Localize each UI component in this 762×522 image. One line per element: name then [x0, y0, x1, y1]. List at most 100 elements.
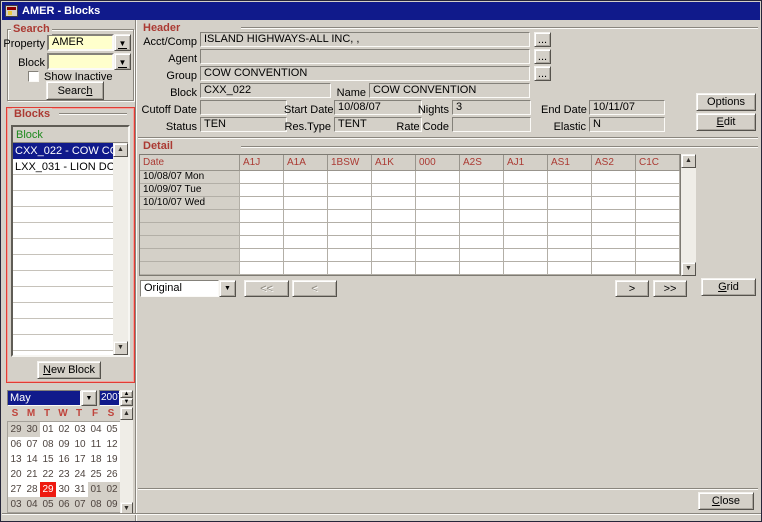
blocks-list-scrollbar[interactable]: ▲ ▼ [113, 143, 128, 355]
calendar-date[interactable]: 08 [88, 497, 104, 512]
detail-cell[interactable] [328, 171, 372, 184]
list-item[interactable]: CXX_022 - COW CONVEN [13, 143, 113, 159]
grid-button[interactable]: Grid [701, 278, 756, 296]
detail-cell[interactable] [284, 236, 328, 249]
detail-cell[interactable] [328, 197, 372, 210]
detail-cell[interactable] [328, 262, 372, 275]
calendar-date[interactable]: 12 [104, 437, 120, 452]
status-field[interactable]: TEN [200, 117, 287, 132]
cutoff-date-field[interactable] [200, 100, 287, 115]
detail-cell[interactable] [548, 236, 592, 249]
block-search-field[interactable] [47, 53, 114, 70]
calendar-date[interactable]: 28 [24, 482, 40, 497]
detail-cell[interactable] [372, 210, 416, 223]
detail-cell[interactable] [636, 223, 680, 236]
detail-cell[interactable] [328, 249, 372, 262]
detail-cell[interactable] [240, 197, 284, 210]
detail-cell[interactable] [504, 249, 548, 262]
detail-cell[interactable] [504, 210, 548, 223]
detail-cell[interactable] [328, 223, 372, 236]
calendar-date[interactable]: 30 [56, 482, 72, 497]
detail-cell[interactable] [460, 236, 504, 249]
detail-cell[interactable] [636, 236, 680, 249]
end-date-field[interactable]: 10/11/07 [589, 100, 665, 115]
detail-cell[interactable] [592, 262, 636, 275]
detail-cell[interactable] [328, 236, 372, 249]
list-item[interactable] [13, 335, 113, 351]
list-item[interactable] [13, 271, 113, 287]
detail-cell[interactable] [504, 262, 548, 275]
calendar-date[interactable]: 04 [88, 422, 104, 437]
calendar-scrollbar[interactable]: ▲ ▼ [120, 407, 133, 515]
show-inactive-checkbox[interactable] [28, 71, 39, 82]
detail-cell[interactable] [460, 249, 504, 262]
detail-cell[interactable] [240, 184, 284, 197]
calendar-date[interactable]: 25 [88, 467, 104, 482]
detail-cell[interactable] [548, 210, 592, 223]
detail-cell[interactable] [636, 184, 680, 197]
detail-cell[interactable] [284, 223, 328, 236]
calendar-date[interactable]: 06 [56, 497, 72, 512]
calendar-date[interactable]: 01 [40, 422, 56, 437]
group-browse-button[interactable]: ... [534, 66, 551, 81]
detail-cell[interactable] [372, 171, 416, 184]
calendar-date[interactable]: 15 [40, 452, 56, 467]
scroll-up-icon[interactable]: ▲ [120, 407, 133, 420]
detail-cell[interactable] [548, 262, 592, 275]
detail-cell[interactable] [284, 210, 328, 223]
detail-cell[interactable] [460, 184, 504, 197]
detail-cell[interactable] [592, 249, 636, 262]
detail-cell[interactable] [460, 223, 504, 236]
calendar-date[interactable]: 14 [24, 452, 40, 467]
calendar-month-dropdown-button[interactable]: ▼ [81, 390, 97, 406]
detail-cell[interactable] [416, 223, 460, 236]
detail-cell[interactable] [548, 171, 592, 184]
detail-cell[interactable] [416, 210, 460, 223]
agent-field[interactable] [200, 49, 530, 64]
detail-cell[interactable] [372, 249, 416, 262]
detail-cell[interactable] [284, 249, 328, 262]
calendar-date[interactable]: 20 [8, 467, 24, 482]
detail-cell[interactable] [416, 184, 460, 197]
calendar-date[interactable]: 30 [24, 422, 40, 437]
title-bar[interactable]: AMER - Blocks [2, 2, 760, 20]
detail-cell[interactable] [592, 236, 636, 249]
list-item[interactable] [13, 303, 113, 319]
detail-cell[interactable] [548, 223, 592, 236]
scroll-up-icon[interactable]: ▲ [113, 143, 128, 157]
detail-cell[interactable] [328, 184, 372, 197]
block-lov-button[interactable]: ▼ [114, 53, 131, 70]
scroll-down-icon[interactable]: ▼ [681, 262, 696, 276]
calendar-date[interactable]: 02 [56, 422, 72, 437]
detail-cell[interactable] [460, 210, 504, 223]
calendar-date[interactable]: 07 [24, 437, 40, 452]
nav-prev-button[interactable]: < [292, 280, 337, 297]
calendar-date[interactable]: 17 [72, 452, 88, 467]
detail-cell[interactable] [372, 184, 416, 197]
detail-cell[interactable] [328, 210, 372, 223]
calendar-date[interactable]: 05 [104, 422, 120, 437]
detail-cell[interactable] [416, 236, 460, 249]
detail-cell[interactable] [636, 249, 680, 262]
property-lov-button[interactable]: ▼ [114, 34, 131, 51]
nights-field[interactable]: 3 [452, 100, 531, 115]
detail-cell[interactable] [592, 184, 636, 197]
calendar-selected-date[interactable]: 29 [40, 482, 56, 497]
list-item[interactable] [13, 175, 113, 191]
detail-cell[interactable] [460, 197, 504, 210]
name-field[interactable]: COW CONVENTION [369, 83, 530, 98]
nav-last-button[interactable]: >> [653, 280, 687, 297]
scroll-down-icon[interactable]: ▼ [113, 341, 128, 355]
detail-table-scrollbar[interactable]: ▲ ▼ [681, 154, 696, 276]
detail-cell[interactable] [284, 262, 328, 275]
calendar-year-field[interactable]: 2007 [99, 390, 120, 406]
acct-comp-browse-button[interactable]: ... [534, 32, 551, 47]
calendar-date[interactable]: 24 [72, 467, 88, 482]
calendar-date[interactable]: 19 [104, 452, 120, 467]
calendar-date[interactable]: 02 [104, 482, 120, 497]
search-button[interactable]: Search [46, 81, 104, 100]
detail-cell[interactable] [636, 210, 680, 223]
calendar-date[interactable]: 03 [8, 497, 24, 512]
nav-first-button[interactable]: << [244, 280, 289, 297]
list-item[interactable] [13, 239, 113, 255]
